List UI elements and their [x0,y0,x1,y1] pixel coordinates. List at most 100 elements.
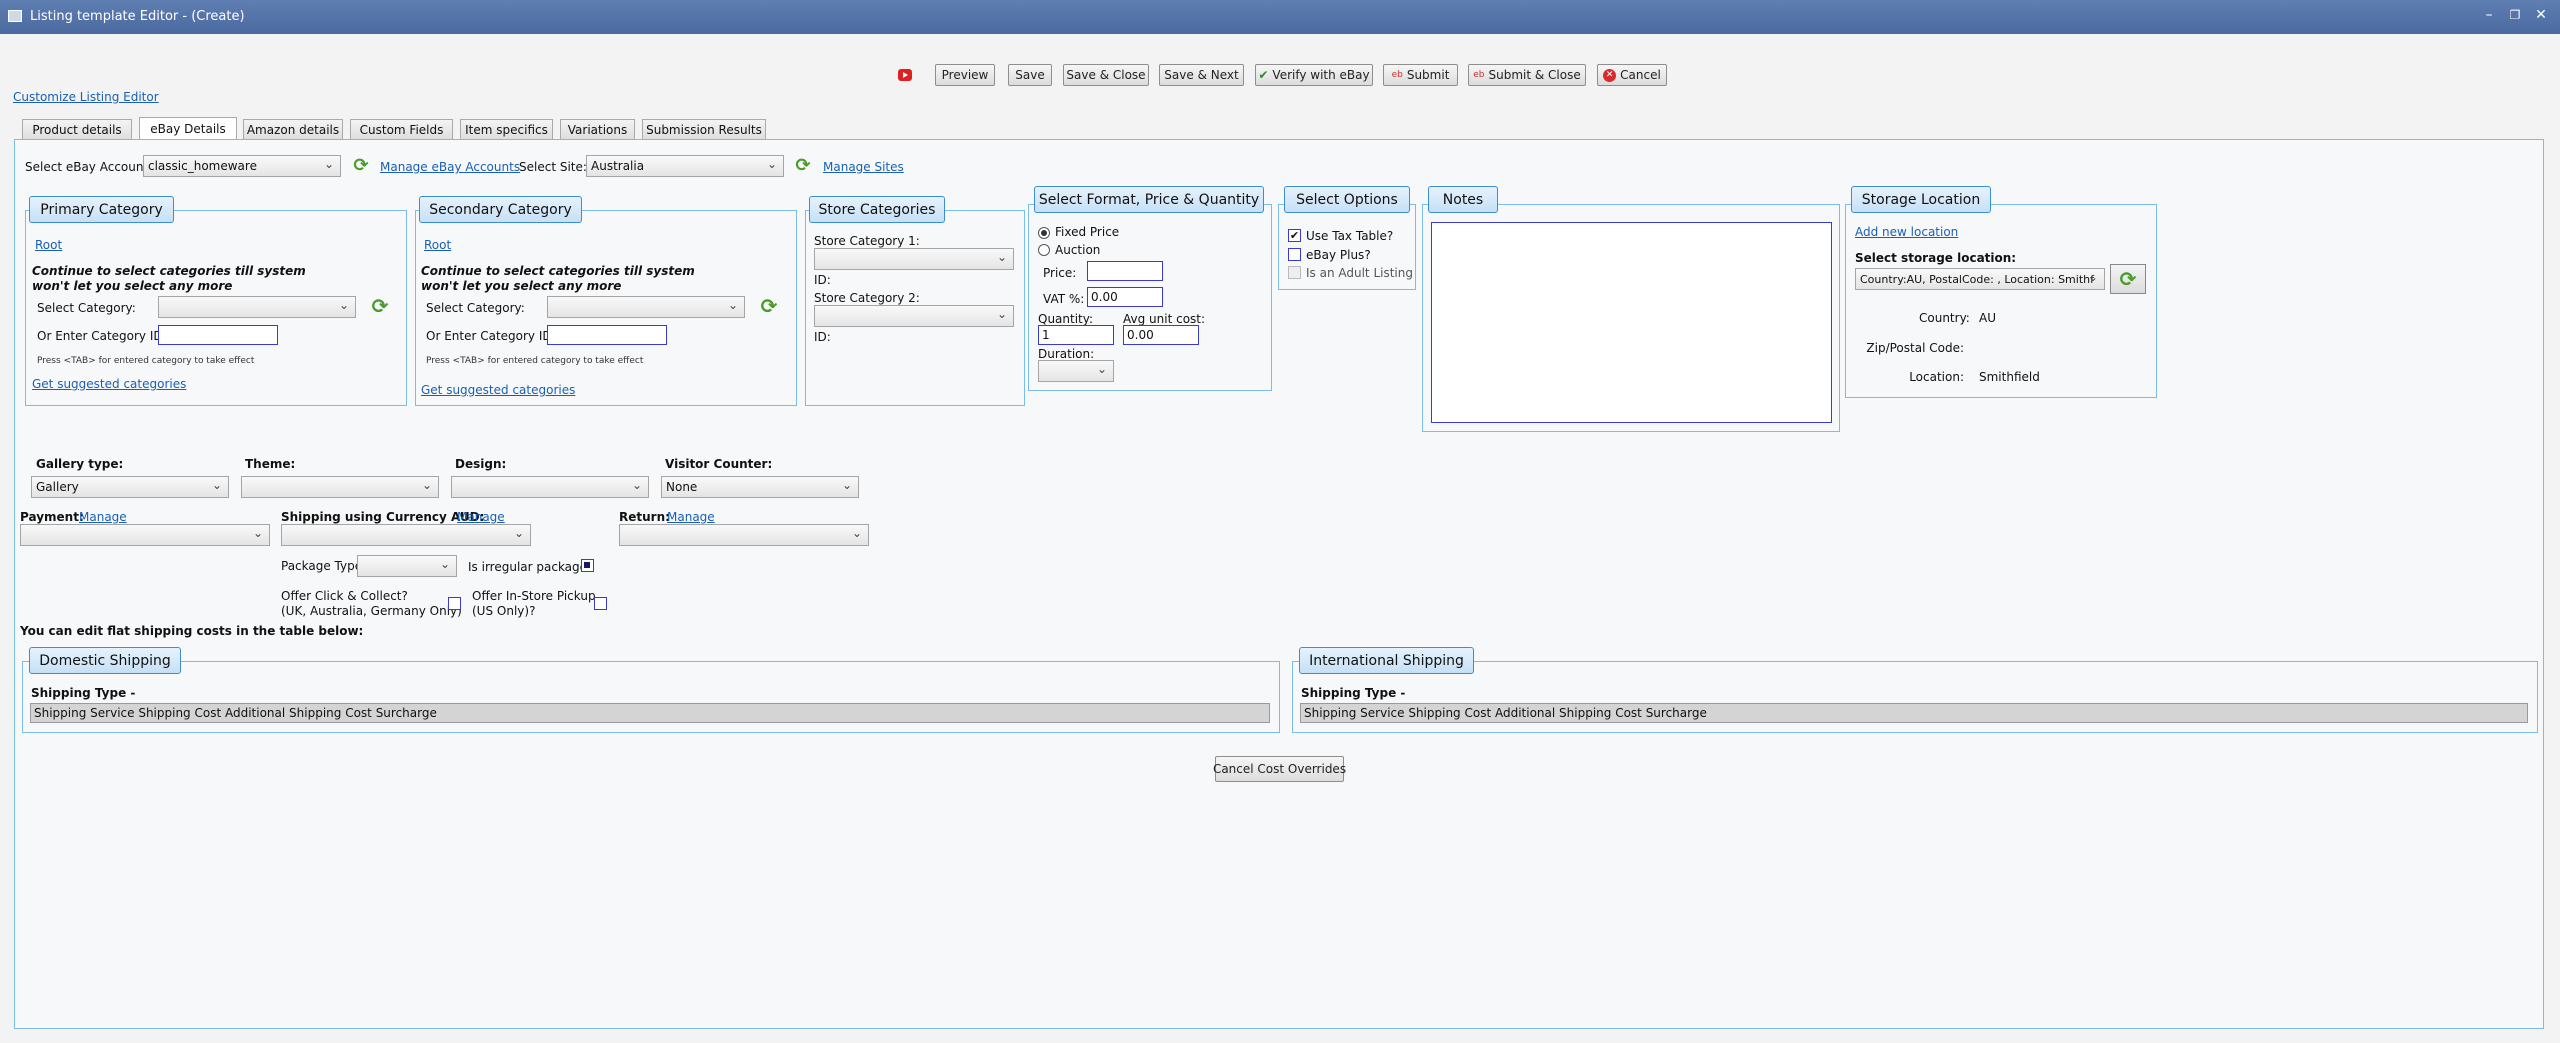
international-shipping-type-label: Shipping Type - [1301,686,1406,700]
close-icon[interactable]: ✕ [2532,6,2550,24]
quantity-input[interactable]: 1 [1038,325,1114,345]
ebay-icon: eb [1391,70,1403,80]
ebay-plus-checkbox[interactable] [1288,248,1301,261]
location-value: Smithfield [1979,370,2040,384]
secondary-root-link[interactable]: Root [424,238,451,252]
return-manage-link[interactable]: Manage [667,510,715,524]
package-type-select[interactable] [357,555,457,577]
shipping-select[interactable] [281,524,531,546]
avg-cost-input[interactable]: 0.00 [1123,325,1199,345]
visitor-counter-label: Visitor Counter: [665,457,773,471]
customize-editor-link[interactable]: Customize Listing Editor [13,90,159,104]
title-bar: Listing template Editor - (Create) – ❐ ✕ [0,0,2560,34]
primary-category-id-input[interactable] [158,325,278,345]
tab-ebay-details[interactable]: eBay Details [139,117,237,139]
secondary-hint: Continue to select categories till syste… [421,264,695,278]
tax-table-label: Use Tax Table? [1306,229,1394,243]
ebay-plus-label: eBay Plus? [1306,248,1371,262]
payment-manage-link[interactable]: Manage [79,510,127,524]
add-location-link[interactable]: Add new location [1855,225,1958,239]
store-category-2-select[interactable] [814,305,1014,327]
secondary-category-select[interactable] [547,296,745,318]
irregular-package-checkbox[interactable] [581,559,594,572]
submit-close-button[interactable]: eb Submit & Close [1468,64,1586,86]
click-collect-label: Offer Click & Collect? [281,589,408,603]
select-site-label: Select Site: [519,160,587,174]
theme-select[interactable] [241,476,439,498]
window-title: Listing template Editor - (Create) [30,9,245,24]
vat-input[interactable]: 0.00 [1087,287,1163,307]
submit-button[interactable]: eb Submit [1383,64,1458,86]
tab-amazon-details[interactable]: Amazon details [243,119,343,139]
primary-category-select[interactable] [158,296,356,318]
cancel-icon: ✕ [1603,68,1617,82]
price-input[interactable] [1087,261,1163,281]
payment-select[interactable] [20,524,270,546]
primary-suggested-link[interactable]: Get suggested categories [32,377,186,391]
price-label: Price: [1043,266,1077,280]
notes-textarea[interactable] [1431,222,1832,423]
click-collect-sub-label: (UK, Australia, Germany Only) [281,604,462,618]
ebay-account-select[interactable]: classic_homeware [143,155,341,177]
preview-button[interactable]: Preview [935,64,995,86]
gallery-type-select[interactable]: Gallery [31,476,229,498]
fixed-price-radio[interactable] [1038,227,1050,239]
international-shipping-grid-header[interactable]: Shipping Service Shipping Cost Additiona… [1300,703,2528,723]
secondary-suggested-link[interactable]: Get suggested categories [421,383,575,397]
storage-location-header: Storage Location [1851,186,1991,213]
refresh-icon[interactable]: ⟳ [759,296,779,316]
cancel-cost-overrides-button[interactable]: Cancel Cost Overrides [1213,756,1346,782]
primary-root-link[interactable]: Root [35,238,62,252]
secondary-category-id-input[interactable] [547,325,667,345]
duration-label: Duration: [1038,347,1095,361]
notes-header: Notes [1428,186,1498,213]
app-icon [8,10,22,22]
tax-table-checkbox[interactable]: ✔ [1288,229,1301,242]
youtube-icon[interactable] [898,69,912,81]
maximize-icon[interactable]: ❐ [2506,6,2524,24]
auction-radio[interactable] [1038,244,1050,256]
gallery-type-label: Gallery type: [36,457,124,471]
design-select[interactable] [451,476,649,498]
primary-hint: won't let you select any more [32,279,233,293]
tab-variations[interactable]: Variations [560,119,635,139]
instore-pickup-checkbox[interactable] [594,597,607,610]
auction-label: Auction [1055,243,1101,257]
click-collect-checkbox[interactable] [448,597,461,610]
cancel-button[interactable]: ✕ Cancel [1597,64,1667,86]
refresh-icon: ⟳ [2119,267,2137,291]
domestic-shipping-header: Domestic Shipping [29,647,181,674]
save-next-button[interactable]: Save & Next [1159,64,1244,86]
primary-hint: Continue to select categories till syste… [32,264,306,278]
duration-select[interactable] [1038,360,1114,382]
fixed-price-label: Fixed Price [1055,225,1120,239]
return-select[interactable] [619,524,869,546]
save-button[interactable]: Save [1008,64,1052,86]
store-cat1-label: Store Category 1: [814,234,920,248]
irregular-package-label: Is irregular package? [468,560,594,574]
tab-product-details[interactable]: Product details [22,119,132,139]
manage-sites-link[interactable]: Manage Sites [823,160,904,174]
storage-location-select[interactable]: Country:AU, PostalCode: , Location: Smit… [1855,268,2105,290]
refresh-icon[interactable]: ⟳ [351,156,371,176]
save-close-button[interactable]: Save & Close [1063,64,1149,86]
secondary-id-label: Or Enter Category ID: [426,329,556,343]
refresh-icon[interactable]: ⟳ [370,296,390,316]
country-value: AU [1979,311,1996,325]
verify-ebay-button[interactable]: ✔ Verify with eBay [1255,64,1373,86]
domestic-shipping-grid-header[interactable]: Shipping Service Shipping Cost Additiona… [30,703,1270,723]
tab-submission-results[interactable]: Submission Results [642,119,766,139]
manage-accounts-link[interactable]: Manage eBay Accounts [380,160,520,174]
adult-listing-checkbox[interactable] [1288,266,1301,279]
primary-category-header: Primary Category [29,196,174,223]
store-category-1-select[interactable] [814,248,1014,270]
minimize-icon[interactable]: – [2480,6,2498,24]
refresh-location-button[interactable]: ⟳ [2110,264,2146,294]
tab-custom-fields[interactable]: Custom Fields [350,119,453,139]
site-select[interactable]: Australia [586,155,784,177]
shipping-manage-link[interactable]: Manage [457,510,505,524]
visitor-counter-select[interactable]: None [661,476,859,498]
refresh-icon[interactable]: ⟳ [793,156,813,176]
store-id2-label: ID: [814,330,831,344]
tab-item-specifics[interactable]: Item specifics [460,119,553,139]
